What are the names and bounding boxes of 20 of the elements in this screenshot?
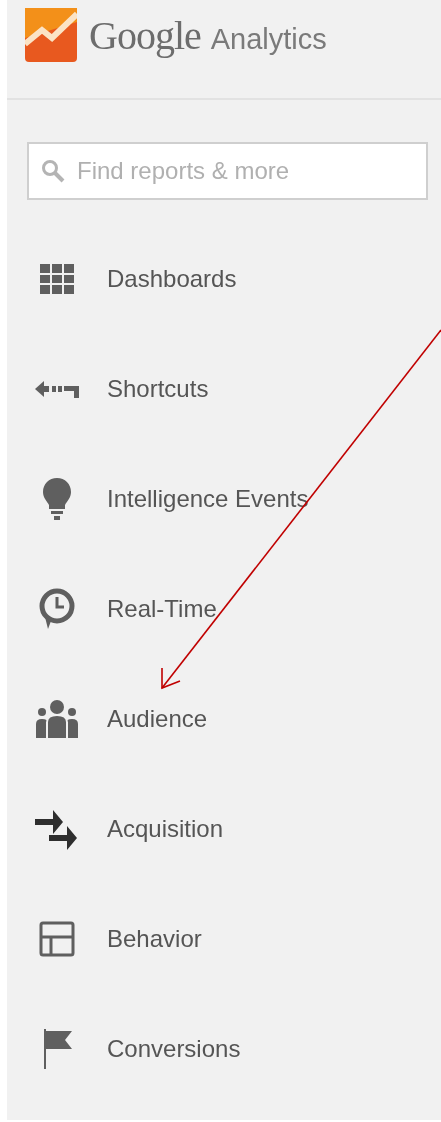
search-icon [41, 159, 65, 183]
nav-item[interactable]: Acquisition [107, 815, 224, 843]
nav-item[interactable]: Intelligence Events [107, 485, 309, 513]
layout-icon [39, 921, 75, 957]
nav-item[interactable]: Audience [107, 705, 208, 733]
clock-bubble-icon [38, 588, 76, 630]
grid-icon [40, 264, 74, 294]
logo-icon [25, 8, 77, 62]
nav-item[interactable]: Shortcuts [107, 375, 209, 403]
nav-item[interactable]: Behavior [107, 925, 202, 953]
arrow-left-icon [35, 379, 79, 399]
people-icon [36, 700, 78, 738]
flag-icon [41, 1029, 73, 1069]
nav-item[interactable]: Conversions [107, 1035, 241, 1063]
nav-item[interactable]: Real-Time [107, 595, 217, 623]
brand-name: Google [89, 16, 201, 56]
nav-item[interactable]: Dashboards [107, 265, 237, 293]
lightbulb-icon [42, 478, 72, 520]
product-name: Analytics [210, 25, 327, 54]
search-field[interactable]: Find reports & more [27, 142, 428, 200]
